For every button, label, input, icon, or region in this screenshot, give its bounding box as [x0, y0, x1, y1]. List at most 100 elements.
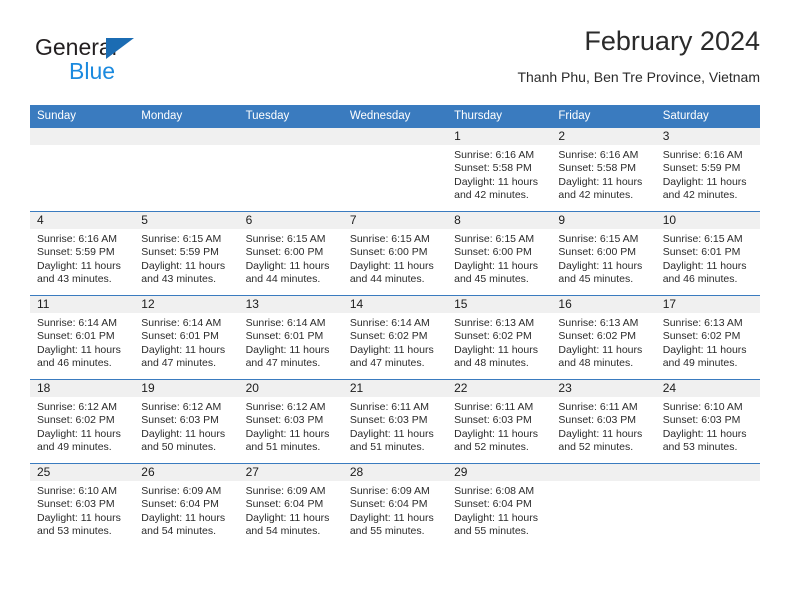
day-number — [134, 128, 239, 145]
calendar-day-cell[interactable]: 8 Sunrise: 6:15 AM Sunset: 6:00 PM Daylight… — [447, 211, 552, 296]
calendar-week-row: 1 Sunrise: 6:16 AM Sunset: 5:58 PM Daylight… — [30, 127, 760, 212]
sunset-text: Sunset: 6:02 PM — [662, 330, 741, 343]
calendar-week-row: 25 Sunrise: 6:10 AM Sunset: 6:03 PM Dayligh… — [30, 463, 760, 547]
sunset-text: Sunset: 6:03 PM — [245, 414, 324, 427]
daylight-text-line1: Daylight: 11 hours — [454, 511, 538, 524]
sunrise-sunset-calendar: Sunday Monday Tuesday Wednesday Thursday… — [30, 105, 760, 547]
daylight-text-line2: and 42 minutes. — [558, 189, 634, 202]
daylight-text-line1: Daylight: 11 hours — [454, 259, 538, 272]
calendar-day-cell[interactable]: 20 Sunrise: 6:12 AM Sunset: 6:03 PM Dayligh… — [238, 379, 343, 464]
sunset-text: Sunset: 6:03 PM — [454, 414, 532, 427]
calendar-day-cell[interactable]: 11 Sunrise: 6:14 AM Sunset: 6:01 PM Dayligh… — [30, 295, 135, 380]
calendar-day-cell[interactable]: 19 Sunrise: 6:12 AM Sunset: 6:03 PM Dayligh… — [134, 379, 239, 464]
sunrise-text: Sunrise: 6:14 AM — [141, 317, 222, 329]
day-number: 18 — [30, 380, 135, 397]
sunrise-text: Sunrise: 6:16 AM — [558, 149, 639, 161]
sunrise-text: Sunrise: 6:16 AM — [37, 233, 117, 245]
sunset-text: Sunset: 6:02 PM — [349, 330, 428, 343]
calendar-day-cell-empty — [655, 463, 760, 547]
sunset-text: Sunset: 6:00 PM — [454, 246, 532, 259]
calendar-day-cell[interactable]: 9 Sunrise: 6:15 AM Sunset: 6:00 PM Daylight… — [551, 211, 656, 296]
calendar-day-cell[interactable]: 25 Sunrise: 6:10 AM Sunset: 6:03 PM Dayligh… — [30, 463, 135, 547]
calendar-day-cell[interactable]: 1 Sunrise: 6:16 AM Sunset: 5:58 PM Daylight… — [447, 127, 552, 212]
calendar-day-cell[interactable]: 16 Sunrise: 6:13 AM Sunset: 6:02 PM Dayligh… — [551, 295, 656, 380]
sunset-text: Sunset: 6:01 PM — [662, 246, 741, 259]
daylight-text-line2: and 48 minutes. — [558, 357, 634, 370]
calendar-day-cell[interactable]: 5 Sunrise: 6:15 AM Sunset: 5:59 PM Daylight… — [134, 211, 239, 296]
sunrise-text: Sunrise: 6:15 AM — [141, 233, 222, 245]
calendar-day-cell[interactable]: 24 Sunrise: 6:10 AM Sunset: 6:03 PM Dayligh… — [655, 379, 760, 464]
day-details: Sunrise: 6:11 AM Sunset: 6:03 PM Daylight:… — [551, 397, 655, 455]
logo-triangle-icon — [106, 38, 134, 59]
daylight-text-line1: Daylight: 11 hours — [37, 427, 121, 440]
daylight-text-line1: Daylight: 11 hours — [349, 343, 434, 356]
calendar-day-cell[interactable]: 14 Sunrise: 6:14 AM Sunset: 6:02 PM Dayligh… — [342, 295, 448, 380]
day-number: 5 — [134, 212, 239, 229]
calendar-day-cell[interactable]: 2 Sunrise: 6:16 AM Sunset: 5:58 PM Daylight… — [551, 127, 656, 212]
calendar-day-cell[interactable]: 15 Sunrise: 6:13 AM Sunset: 6:02 PM Dayligh… — [447, 295, 552, 380]
sunset-text: Sunset: 6:04 PM — [245, 498, 324, 511]
calendar-day-cell[interactable]: 10 Sunrise: 6:15 AM Sunset: 6:01 PM Dayligh… — [655, 211, 760, 296]
calendar-day-cell[interactable]: 6 Sunrise: 6:15 AM Sunset: 6:00 PM Daylight… — [238, 211, 343, 296]
calendar-day-cell[interactable]: 27 Sunrise: 6:09 AM Sunset: 6:04 PM Dayligh… — [238, 463, 343, 547]
sunrise-text: Sunrise: 6:13 AM — [558, 317, 639, 329]
weekday-header-thursday: Thursday — [447, 105, 552, 128]
calendar-day-cell[interactable]: 22 Sunrise: 6:11 AM Sunset: 6:03 PM Dayligh… — [447, 379, 552, 464]
day-details: Sunrise: 6:16 AM Sunset: 5:59 PM Daylight:… — [656, 145, 760, 203]
daylight-text-line2: and 51 minutes. — [245, 441, 321, 454]
daylight-text-line1: Daylight: 11 hours — [141, 511, 226, 524]
sunrise-text: Sunrise: 6:15 AM — [558, 233, 639, 245]
calendar-day-cell[interactable]: 12 Sunrise: 6:14 AM Sunset: 6:01 PM Dayligh… — [134, 295, 239, 380]
daylight-text-line2: and 50 minutes. — [141, 441, 216, 454]
calendar-day-cell[interactable]: 13 Sunrise: 6:14 AM Sunset: 6:01 PM Dayligh… — [238, 295, 343, 380]
daylight-text-line2: and 42 minutes. — [454, 189, 529, 202]
calendar-day-cell[interactable]: 18 Sunrise: 6:12 AM Sunset: 6:02 PM Dayligh… — [30, 379, 135, 464]
sunrise-text: Sunrise: 6:11 AM — [558, 401, 638, 413]
calendar-day-cell[interactable]: 21 Sunrise: 6:11 AM Sunset: 6:03 PM Dayligh… — [342, 379, 448, 464]
sunset-text: Sunset: 5:59 PM — [37, 246, 115, 259]
day-number: 6 — [238, 212, 343, 229]
calendar-day-cell-empty — [30, 127, 135, 212]
sunrise-text: Sunrise: 6:13 AM — [454, 317, 535, 329]
sunrise-text: Sunrise: 6:15 AM — [662, 233, 743, 245]
daylight-text-line2: and 54 minutes. — [141, 525, 216, 538]
calendar-day-cell[interactable]: 17 Sunrise: 6:13 AM Sunset: 6:02 PM Dayligh… — [655, 295, 760, 380]
sunset-text: Sunset: 6:03 PM — [349, 414, 428, 427]
sunset-text: Sunset: 6:00 PM — [349, 246, 428, 259]
day-details: Sunrise: 6:11 AM Sunset: 6:03 PM Daylight:… — [447, 397, 551, 455]
calendar-week-row: 11 Sunrise: 6:14 AM Sunset: 6:01 PM Dayligh… — [30, 295, 760, 380]
calendar-week-row: 18 Sunrise: 6:12 AM Sunset: 6:02 PM Dayligh… — [30, 379, 760, 464]
day-details: Sunrise: 6:14 AM Sunset: 6:01 PM Daylight:… — [239, 313, 343, 371]
daylight-text-line1: Daylight: 11 hours — [454, 427, 538, 440]
sunrise-text: Sunrise: 6:09 AM — [141, 485, 222, 497]
calendar-day-cell[interactable]: 28 Sunrise: 6:09 AM Sunset: 6:04 PM Dayligh… — [342, 463, 448, 547]
daylight-text-line2: and 42 minutes. — [662, 189, 738, 202]
day-details: Sunrise: 6:08 AM Sunset: 6:04 PM Daylight:… — [447, 481, 551, 539]
sunrise-text: Sunrise: 6:11 AM — [454, 401, 534, 413]
daylight-text-line2: and 44 minutes. — [349, 273, 425, 286]
day-details: Sunrise: 6:10 AM Sunset: 6:03 PM Daylight:… — [30, 481, 134, 539]
day-number: 7 — [342, 212, 448, 229]
calendar-day-cell[interactable]: 23 Sunrise: 6:11 AM Sunset: 6:03 PM Dayligh… — [551, 379, 656, 464]
daylight-text-line1: Daylight: 11 hours — [141, 343, 226, 356]
sunrise-text: Sunrise: 6:09 AM — [349, 485, 430, 497]
calendar-day-cell[interactable]: 26 Sunrise: 6:09 AM Sunset: 6:04 PM Dayligh… — [134, 463, 239, 547]
calendar-day-cell[interactable]: 29 Sunrise: 6:08 AM Sunset: 6:04 PM Dayligh… — [447, 463, 552, 547]
calendar-body: 1 Sunrise: 6:16 AM Sunset: 5:58 PM Daylight… — [30, 127, 760, 547]
day-number: 15 — [447, 296, 552, 313]
logo-text-blue: Blue — [69, 58, 116, 84]
daylight-text-line1: Daylight: 11 hours — [454, 343, 538, 356]
calendar-day-cell[interactable]: 3 Sunrise: 6:16 AM Sunset: 5:59 PM Daylight… — [655, 127, 760, 212]
daylight-text-line2: and 52 minutes. — [454, 441, 529, 454]
calendar-day-cell[interactable]: 4 Sunrise: 6:16 AM Sunset: 5:59 PM Daylight… — [30, 211, 135, 296]
generalblue-logo[interactable]: General Blue — [35, 34, 215, 92]
day-details — [551, 481, 655, 485]
sunrise-text: Sunrise: 6:14 AM — [37, 317, 117, 329]
weekday-header-saturday: Saturday — [655, 105, 760, 128]
daylight-text-line1: Daylight: 11 hours — [245, 259, 330, 272]
sunrise-text: Sunrise: 6:15 AM — [245, 233, 326, 245]
day-number — [551, 464, 656, 481]
day-number: 24 — [655, 380, 760, 397]
daylight-text-line1: Daylight: 11 hours — [349, 259, 434, 272]
calendar-day-cell[interactable]: 7 Sunrise: 6:15 AM Sunset: 6:00 PM Daylight… — [342, 211, 448, 296]
